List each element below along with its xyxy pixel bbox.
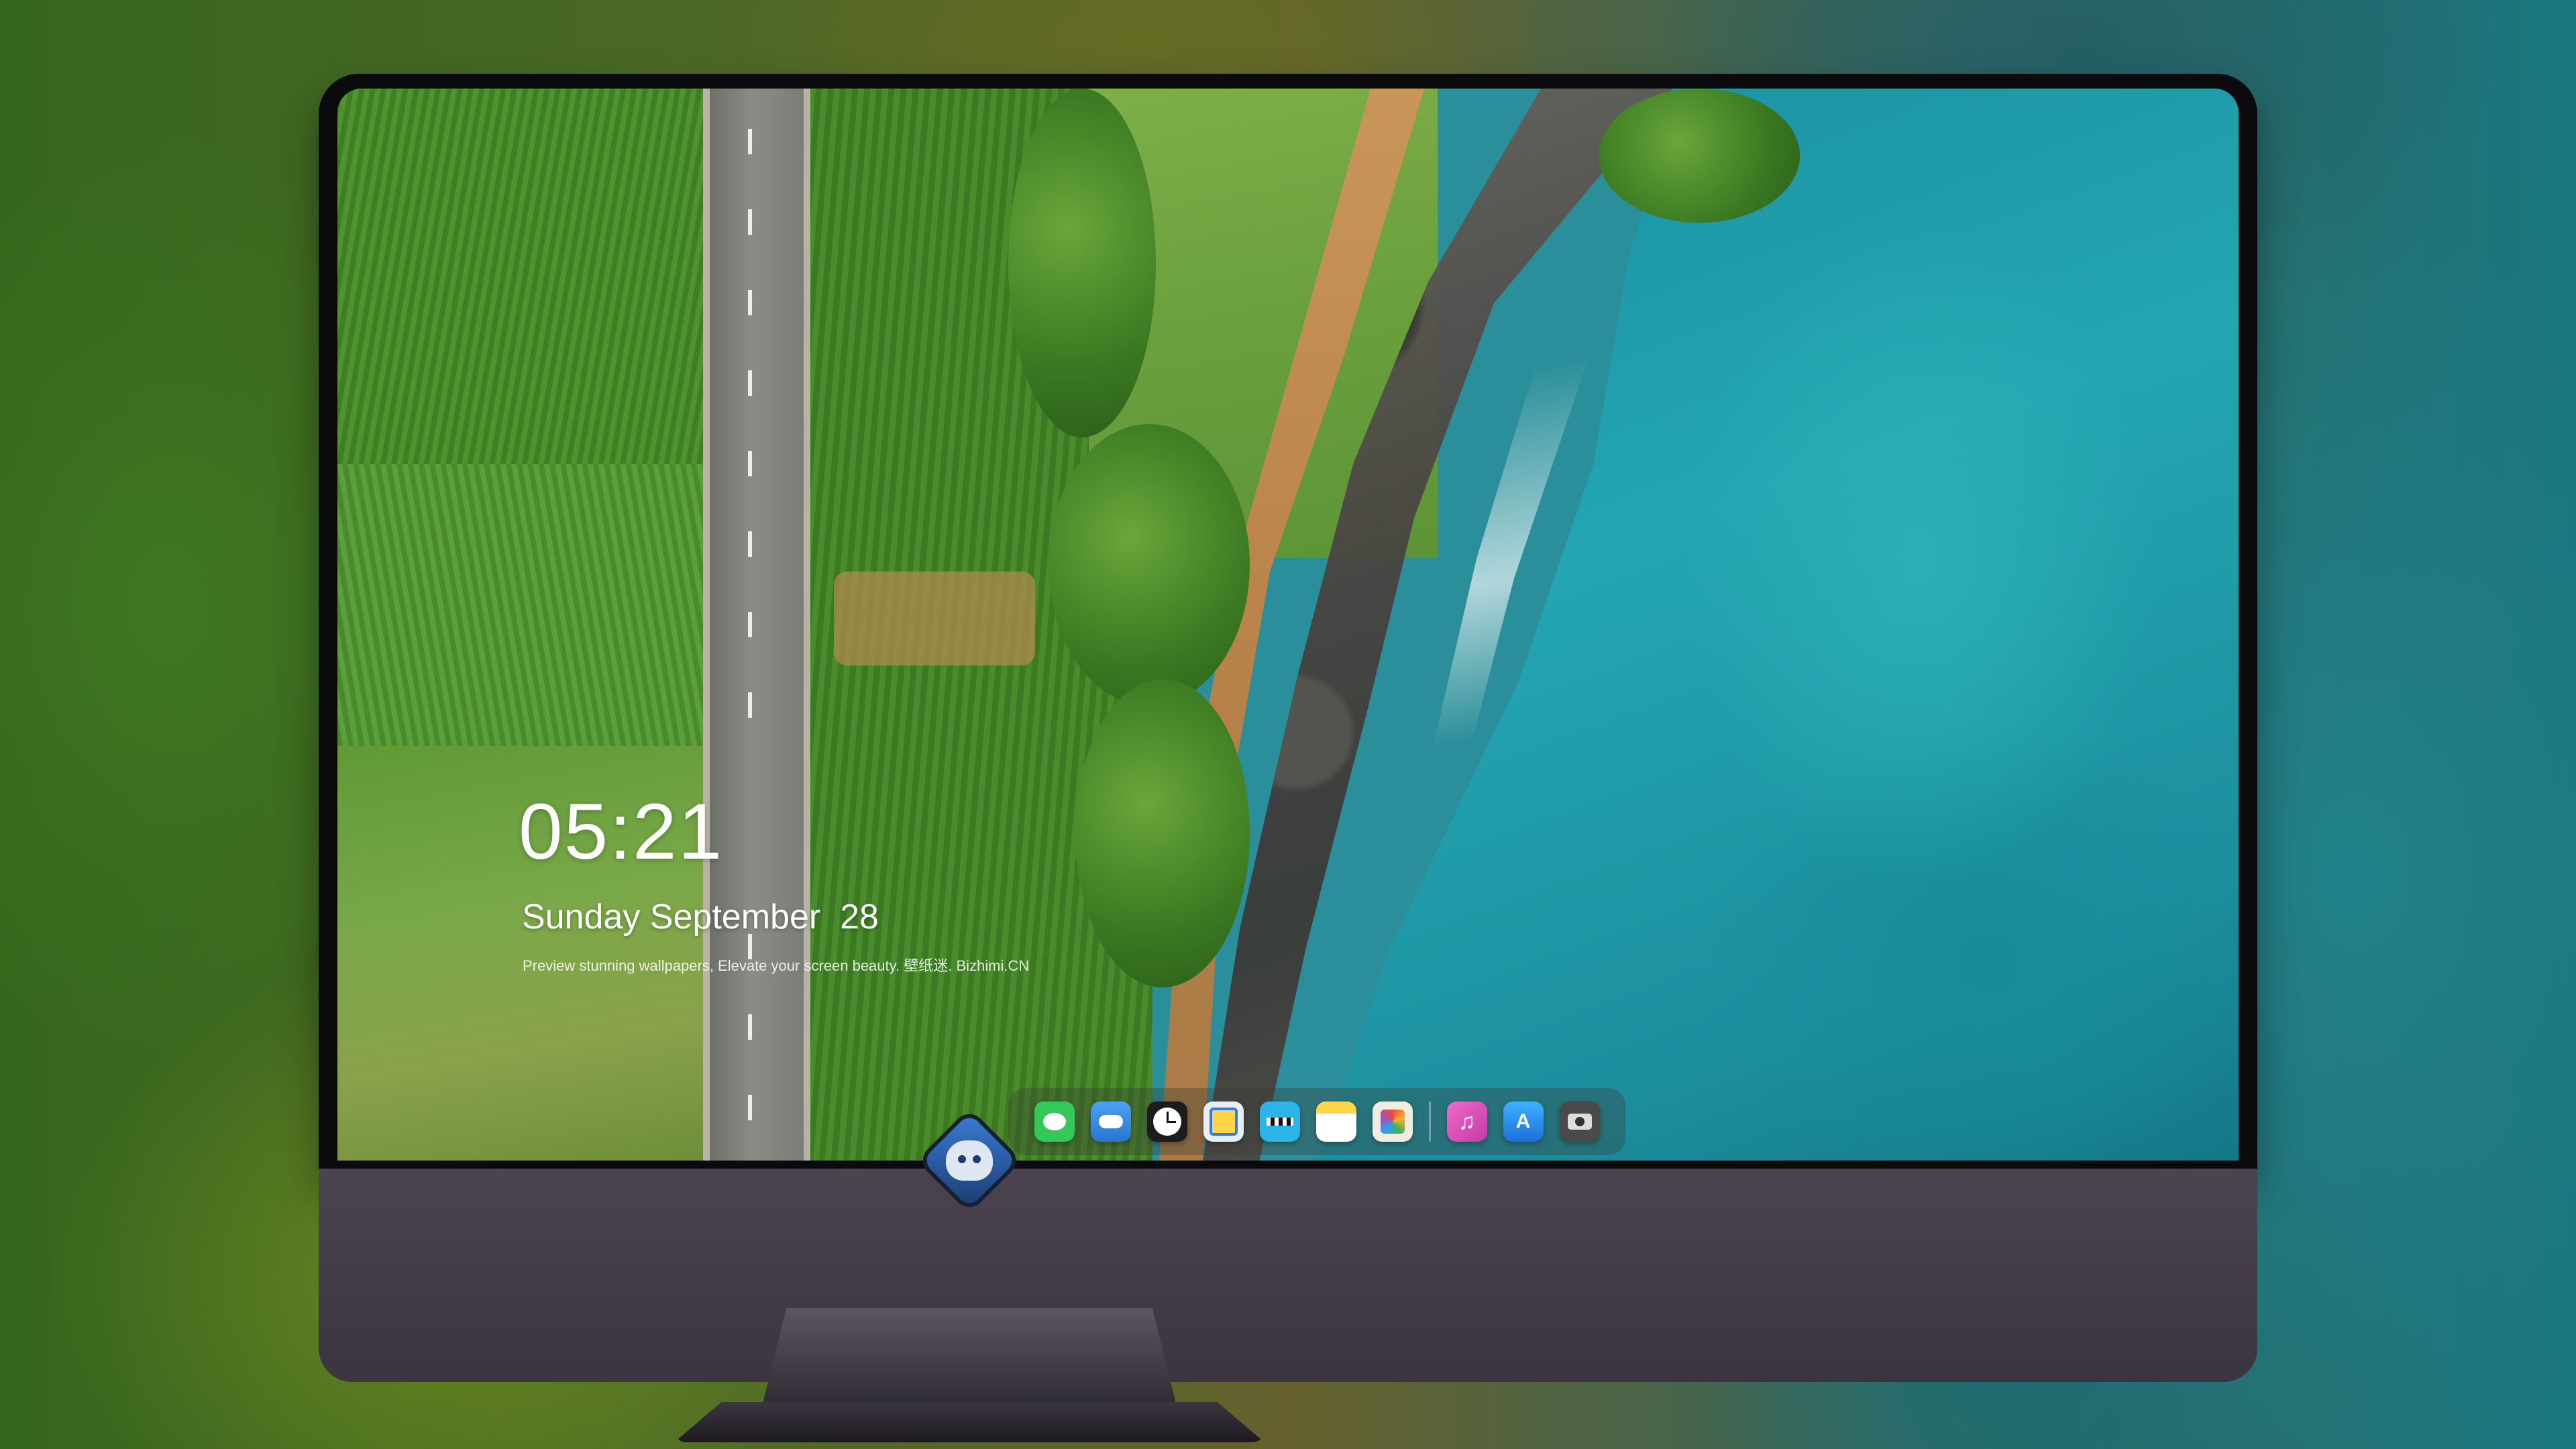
dock: ♫ A [1008, 1088, 1625, 1155]
tree-cluster [1075, 679, 1250, 987]
road-marking [748, 612, 752, 637]
logo-eye [973, 1155, 981, 1163]
lock-screen-time: 05:21 [519, 788, 724, 876]
screen: 05:21 Sunday September 28 Preview stunni… [337, 89, 2239, 1162]
road-marking [748, 451, 752, 476]
music-icon[interactable]: ♫ [1446, 1102, 1487, 1142]
field-top-left [337, 89, 703, 464]
camera-icon[interactable] [1559, 1102, 1600, 1142]
road-marking [748, 209, 752, 235]
messages-icon[interactable] [1034, 1102, 1075, 1142]
field-mid-left [337, 464, 703, 746]
road-marking [748, 290, 752, 315]
road-marking [748, 370, 752, 396]
monitor-stand-base [674, 1402, 1265, 1442]
notes-icon[interactable] [1316, 1102, 1356, 1142]
clips-icon[interactable] [1259, 1102, 1300, 1142]
monitor-stand-neck [761, 1308, 1177, 1409]
logo-eye [958, 1155, 966, 1163]
road-marking [748, 1014, 752, 1040]
app-store-icon[interactable]: A [1503, 1102, 1544, 1142]
clock-icon[interactable] [1146, 1102, 1187, 1142]
road [703, 89, 810, 1162]
road-marking [748, 129, 752, 154]
road-marking [748, 692, 752, 718]
wallpaper-tagline: Preview stunning wallpapers, Elevate you… [523, 957, 1030, 974]
road-marking [748, 531, 752, 557]
tree-cluster [1599, 89, 1800, 223]
photos-icon[interactable] [1372, 1102, 1413, 1142]
tree-cluster [1008, 89, 1156, 437]
preview-icon[interactable] [1203, 1102, 1244, 1142]
dock-separator [1428, 1102, 1431, 1142]
dirt-patch [834, 572, 1035, 665]
lock-screen-date: Sunday September 28 [522, 898, 879, 936]
monitor: 05:21 Sunday September 28 Preview stunni… [319, 74, 2257, 1382]
logo-mascot [946, 1140, 993, 1181]
road-marking [748, 1095, 752, 1120]
weather-icon[interactable] [1090, 1102, 1131, 1142]
tree-cluster [1049, 424, 1250, 706]
monitor-chin [319, 1161, 2257, 1382]
